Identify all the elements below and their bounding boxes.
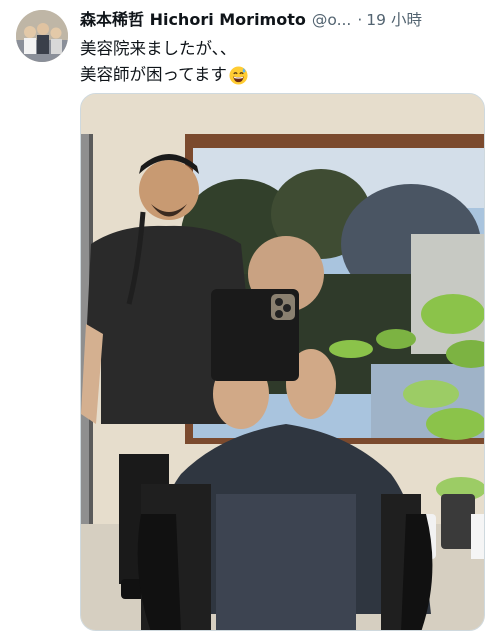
tweet-text: 美容院来ましたが、、 美容師が困ってます [80,36,490,88]
tweet[interactable]: 森本稀哲 Hichori Morimoto @o... · 19 小時 美容院来… [0,0,501,640]
tweet-text-line-1: 美容院来ましたが、、 [80,39,237,58]
tweet-header: 森本稀哲 Hichori Morimoto @o... · 19 小時 [80,9,490,31]
tweet-timestamp[interactable]: 19 小時 [366,9,422,31]
tweet-text-line: 美容院来ましたが、、 [80,36,490,62]
tweet-text-line-2: 美容師が困ってます [80,65,227,84]
author-handle[interactable]: @o... [312,9,352,31]
photo-content [81,94,484,630]
author-avatar[interactable] [16,10,68,62]
author-name[interactable]: 森本稀哲 Hichori Morimoto [80,9,306,31]
tweet-text-line: 美容師が困ってます [80,62,490,88]
header-separator: · [357,11,363,29]
grinning-face-with-sweat-icon [229,65,248,85]
tweet-photo[interactable] [80,93,485,631]
avatar-image [16,10,68,62]
